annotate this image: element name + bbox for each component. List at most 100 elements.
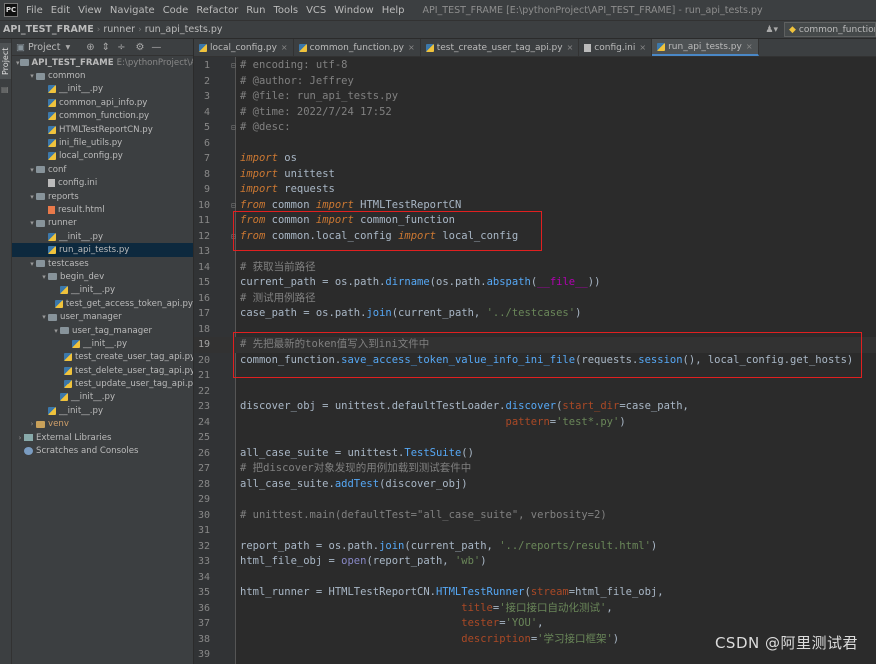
tree-item[interactable]: __init__.py [12,391,193,404]
tree-folder[interactable]: ▾ conf [12,163,193,176]
code-line[interactable]: 15 current_path = os.path.dirname(os.path… [194,275,876,291]
tree-item[interactable]: › External Libraries [12,431,193,444]
tree-item[interactable]: local_config.py [12,150,193,163]
code-editor[interactable]: 1 ⊟ # encoding: utf-8 2 # @author: Jeffrey 3 #… [194,57,876,664]
menu-edit[interactable]: Edit [47,5,74,16]
close-tab-icon[interactable]: × [408,43,415,52]
expand-arrow-icon[interactable]: ▾ [28,193,36,201]
project-view-select[interactable]: Project [28,42,61,53]
tree-item[interactable]: __init__.py [12,404,193,417]
collapse-arrow-icon[interactable]: › [28,420,36,428]
tree-folder[interactable]: ▾ testcases [12,257,193,270]
code-line[interactable]: 35 html_runner = HTMLTestReportCN.HTMLTes… [194,585,876,601]
hide-panel-icon[interactable]: — [151,42,161,53]
menu-navigate[interactable]: Navigate [106,5,159,16]
code-line[interactable]: 26 all_case_suite = unittest.TestSuite() [194,446,876,462]
code-line[interactable]: 29 [194,492,876,508]
tree-item[interactable]: config.ini [12,177,193,190]
tree-folder[interactable]: ▾ runner [12,217,193,230]
menu-view[interactable]: View [74,5,106,16]
structure-tool-icon[interactable]: ▤ [1,85,9,97]
tree-folder[interactable]: ▾ user_tag_manager [12,324,193,337]
menu-vcs[interactable]: VCS [302,5,330,16]
run-configuration-select[interactable]: ◆ common_function [784,22,876,37]
code-line[interactable]: 34 [194,570,876,586]
menu-tools[interactable]: Tools [269,5,302,16]
tree-item[interactable]: __init__.py [12,230,193,243]
tree-item[interactable]: HTMLTestReportCN.py [12,123,193,136]
code-line[interactable]: 33 html_file_obj = open(report_path, 'wb'… [194,554,876,570]
code-line[interactable]: 22 [194,384,876,400]
tree-item[interactable]: common_api_info.py [12,96,193,109]
code-line[interactable]: 8 import unittest [194,167,876,183]
menu-help[interactable]: Help [378,5,409,16]
close-tab-icon[interactable]: × [639,43,646,52]
code-line[interactable]: 36 title='接口接口自动化测试', [194,601,876,617]
code-line[interactable]: 24 pattern='test*.py') [194,415,876,431]
code-line[interactable]: 32 report_path = os.path.join(current_pat… [194,539,876,555]
tree-folder[interactable]: ▾ common [12,69,193,82]
settings-gear-icon[interactable]: ⚙ [135,42,144,53]
editor-tab[interactable]: common_function.py × [294,39,421,56]
tree-item[interactable]: ini_file_utils.py [12,136,193,149]
code-line[interactable]: 37 tester='YOU', [194,616,876,632]
breadcrumb-folder[interactable]: runner [100,24,138,35]
tree-folder[interactable]: ▾ begin_dev [12,270,193,283]
code-line[interactable]: 31 [194,523,876,539]
menu-run[interactable]: Run [242,5,269,16]
code-line[interactable]: 14 # 获取当前路径 [194,260,876,276]
collapse-arrow-icon[interactable]: › [16,434,24,442]
expand-arrow-icon[interactable]: ▾ [28,166,36,174]
menu-window[interactable]: Window [330,5,377,16]
expand-arrow-icon[interactable]: ▾ [40,273,48,281]
tree-folder[interactable]: ▾ API_TEST_FRAME E:\pythonProject\AP [12,56,193,69]
editor-tab[interactable]: config.ini × [579,39,653,56]
code-line[interactable]: 27 # 把discover对象发现的用例加载到测试套件中 [194,461,876,477]
dropdown-icon[interactable]: ▾ [66,42,71,53]
expand-arrow-icon[interactable]: ▾ [40,313,48,321]
code-line[interactable]: 23 discover_obj = unittest.defaultTestLoa… [194,399,876,415]
expand-arrow-icon[interactable]: ▾ [52,327,60,335]
code-line[interactable]: 7 import os [194,151,876,167]
tree-item[interactable]: __init__.py [12,337,193,350]
locate-file-icon[interactable]: ⊕ [86,42,94,53]
editor-tab[interactable]: local_config.py × [194,39,294,56]
code-line[interactable]: 16 # 测试用例路径 [194,291,876,307]
editor-tab[interactable]: test_create_user_tag_api.py × [421,39,580,56]
expand-arrow-icon[interactable]: ▾ [28,260,36,268]
tree-folder[interactable]: › venv [12,418,193,431]
tree-item[interactable]: test_get_access_token_api.py [12,297,193,310]
collapse-all-icon[interactable]: ⇕ [102,42,110,53]
fold-marker-icon[interactable]: ⊟ [231,58,236,74]
tree-folder[interactable]: ▾ user_manager [12,310,193,323]
code-line[interactable]: 9 import requests [194,182,876,198]
fold-marker-icon[interactable]: ⊟ [231,120,236,136]
tree-item[interactable]: run_api_tests.py [12,243,193,257]
code-line[interactable]: 6 [194,136,876,152]
expand-arrow-icon[interactable]: ▾ [16,59,20,67]
close-tab-icon[interactable]: × [746,42,753,51]
breadcrumb-file[interactable]: run_api_tests.py [142,24,226,35]
close-tab-icon[interactable]: × [281,43,288,52]
tree-item[interactable]: test_delete_user_tag_api.py [12,364,193,377]
code-line[interactable]: 25 [194,430,876,446]
editor-tab[interactable]: run_api_tests.py × [652,39,759,56]
code-line[interactable]: 5 ⊟ # @desc: [194,120,876,136]
code-line[interactable]: 30 # unittest.main(defaultTest="all_case_… [194,508,876,524]
code-line[interactable]: 4 # @time: 2022/7/24 17:52 [194,105,876,121]
tree-item[interactable]: test_create_user_tag_api.py [12,351,193,364]
tree-item[interactable]: result.html [12,203,193,216]
tree-item[interactable]: common_function.py [12,110,193,123]
code-line[interactable]: 1 ⊟ # encoding: utf-8 [194,58,876,74]
tree-item[interactable]: test_update_user_tag_api.py [12,377,193,390]
tree-item[interactable]: __init__.py [12,284,193,297]
code-line[interactable]: 17 case_path = os.path.join(current_path,… [194,306,876,322]
close-tab-icon[interactable]: × [567,43,574,52]
code-line[interactable]: 3 # @file: run_api_tests.py [194,89,876,105]
code-line[interactable]: 28 all_case_suite.addTest(discover_obj) [194,477,876,493]
tree-item[interactable]: Scratches and Consoles [12,444,193,457]
tree-item[interactable]: __init__.py [12,83,193,96]
menu-refactor[interactable]: Refactor [192,5,242,16]
menu-file[interactable]: File [22,5,47,16]
user-account-icon[interactable]: ♟▾ [759,25,784,35]
